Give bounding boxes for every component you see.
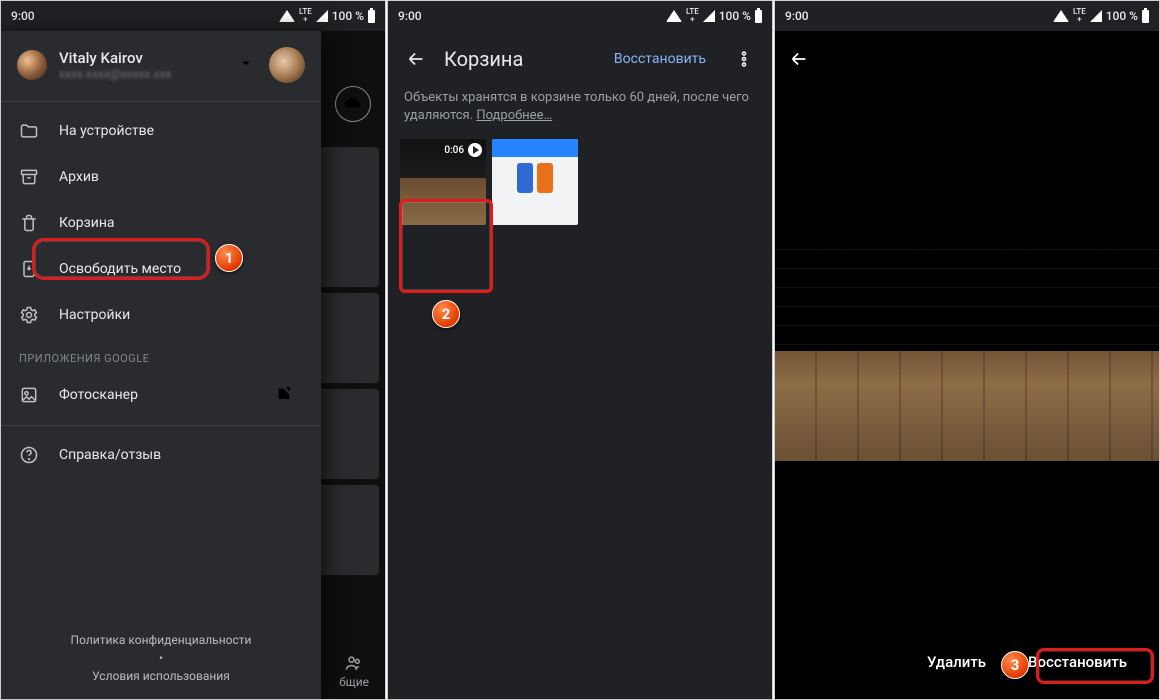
battery-text: 100 % (719, 9, 751, 23)
toolbar: Корзина Восстановить (388, 31, 772, 87)
bottom-actions: Удалить Восстановить (775, 637, 1159, 687)
battery-text: 100 % (332, 9, 364, 23)
drawer-item-help[interactable]: Справка/отзыв (1, 432, 311, 478)
drawer-section-apps: ПРИЛОЖЕНИЯ GOOGLE (1, 338, 321, 371)
status-time: 9:00 (11, 9, 279, 23)
drawer-item-device[interactable]: На устройстве (1, 108, 311, 154)
wifi-icon (1053, 10, 1069, 22)
media-preview[interactable] (775, 231, 1159, 461)
toolbar (775, 31, 1159, 87)
battery-icon (368, 10, 375, 23)
restore-button[interactable]: Восстановить (1014, 645, 1141, 679)
tos-link[interactable]: Условия использования (17, 669, 305, 683)
bottom-tab-sharing[interactable]: бщие (339, 653, 369, 689)
trash-thumbnails: 0:06 (388, 139, 772, 225)
photoscan-icon (19, 385, 39, 405)
cloud-upload-icon[interactable] (335, 86, 371, 122)
network-label: LTE+ (686, 8, 699, 24)
network-label: LTE+ (1073, 8, 1086, 24)
screen-2-trash-list: 9:00 LTE+ 100 % Корзина Восстановить Объ… (387, 0, 773, 700)
screen-2-content: Корзина Восстановить Объекты хранятся в … (388, 31, 772, 699)
drawer-item-label: Фотосканер (59, 387, 138, 403)
drawer-item-label: Архив (59, 169, 99, 185)
play-icon (468, 143, 482, 157)
back-button[interactable] (775, 35, 823, 83)
preview-desk-region (775, 351, 1159, 461)
status-bar: 9:00 LTE+ 100 % (1, 1, 385, 31)
open-external-icon (275, 384, 293, 406)
network-label: LTE+ (299, 8, 312, 24)
drawer-item-archive[interactable]: Архив (1, 154, 311, 200)
signal-icon (1090, 10, 1102, 22)
chevron-down-icon[interactable] (237, 54, 255, 76)
screen-3-preview: 9:00 LTE+ 100 % Удалить Восстановить 3 (774, 0, 1160, 700)
back-button[interactable] (394, 37, 438, 81)
drawer-footer: Политика конфиденциальности • Условия ис… (1, 617, 321, 699)
dot-separator: • (17, 651, 305, 665)
signal-icon (703, 10, 715, 22)
help-icon (19, 445, 39, 465)
notice-learn-more-link[interactable]: Подробнее… (476, 108, 552, 123)
screen-1-drawer: 9:00 LTE+ 100 % бщие Vitaly Kairov (0, 0, 386, 700)
bottom-tab-label: бщие (339, 675, 369, 689)
drawer-item-free-space[interactable]: Освободить место (1, 246, 311, 292)
divider (1, 101, 321, 102)
privacy-link[interactable]: Политика конфиденциальности (17, 633, 305, 647)
drawer-item-label: На устройстве (59, 123, 154, 139)
status-bar: 9:00 LTE+ 100 % (775, 1, 1159, 31)
battery-icon (1142, 10, 1149, 23)
status-time: 9:00 (785, 9, 1053, 23)
restore-action[interactable]: Восстановить (604, 51, 716, 67)
trash-icon (19, 213, 39, 233)
free-space-icon (19, 259, 39, 279)
screen-3-content: Удалить Восстановить (775, 31, 1159, 699)
video-duration-label: 0:06 (444, 143, 482, 157)
folder-icon (19, 121, 39, 141)
trash-notice: Объекты хранятся в корзине только 60 дне… (388, 87, 772, 139)
user-email: xxxx.xxxx@xxxxx.xxx (59, 67, 231, 81)
drawer-item-label: Корзина (59, 215, 115, 231)
gear-icon (19, 305, 39, 325)
drawer-item-settings[interactable]: Настройки (1, 292, 311, 338)
trash-item-video[interactable]: 0:06 (400, 139, 486, 225)
drawer-item-label: Освободить место (59, 261, 181, 277)
battery-text: 100 % (1106, 9, 1138, 23)
status-time: 9:00 (398, 9, 666, 23)
more-options-button[interactable] (722, 37, 766, 81)
status-bar: 9:00 LTE+ 100 % (388, 1, 772, 31)
wifi-icon (666, 10, 682, 22)
divider (1, 425, 321, 426)
drawer-item-trash[interactable]: Корзина (1, 200, 311, 246)
wifi-icon (279, 10, 295, 22)
avatar-large[interactable] (269, 47, 305, 83)
drawer-item-label: Настройки (59, 307, 130, 323)
drawer-item-photoscan[interactable]: Фотосканер (1, 371, 311, 419)
drawer-item-label: Справка/отзыв (59, 447, 161, 463)
signal-icon (316, 10, 328, 22)
navigation-drawer: Vitaly Kairov xxxx.xxxx@xxxxx.xxx На уст… (1, 31, 321, 699)
battery-icon (755, 10, 762, 23)
delete-button[interactable]: Удалить (927, 653, 986, 671)
user-name: Vitaly Kairov (59, 49, 231, 67)
toolbar-title: Корзина (444, 47, 598, 71)
avatar-small (17, 50, 47, 80)
trash-item-image[interactable] (492, 139, 578, 225)
drawer-account-header[interactable]: Vitaly Kairov xxxx.xxxx@xxxxx.xxx (1, 31, 321, 95)
archive-icon (19, 167, 39, 187)
notice-text: Объекты хранятся в корзине только 60 дне… (404, 90, 749, 123)
preview-keyboard-region (775, 231, 1159, 351)
